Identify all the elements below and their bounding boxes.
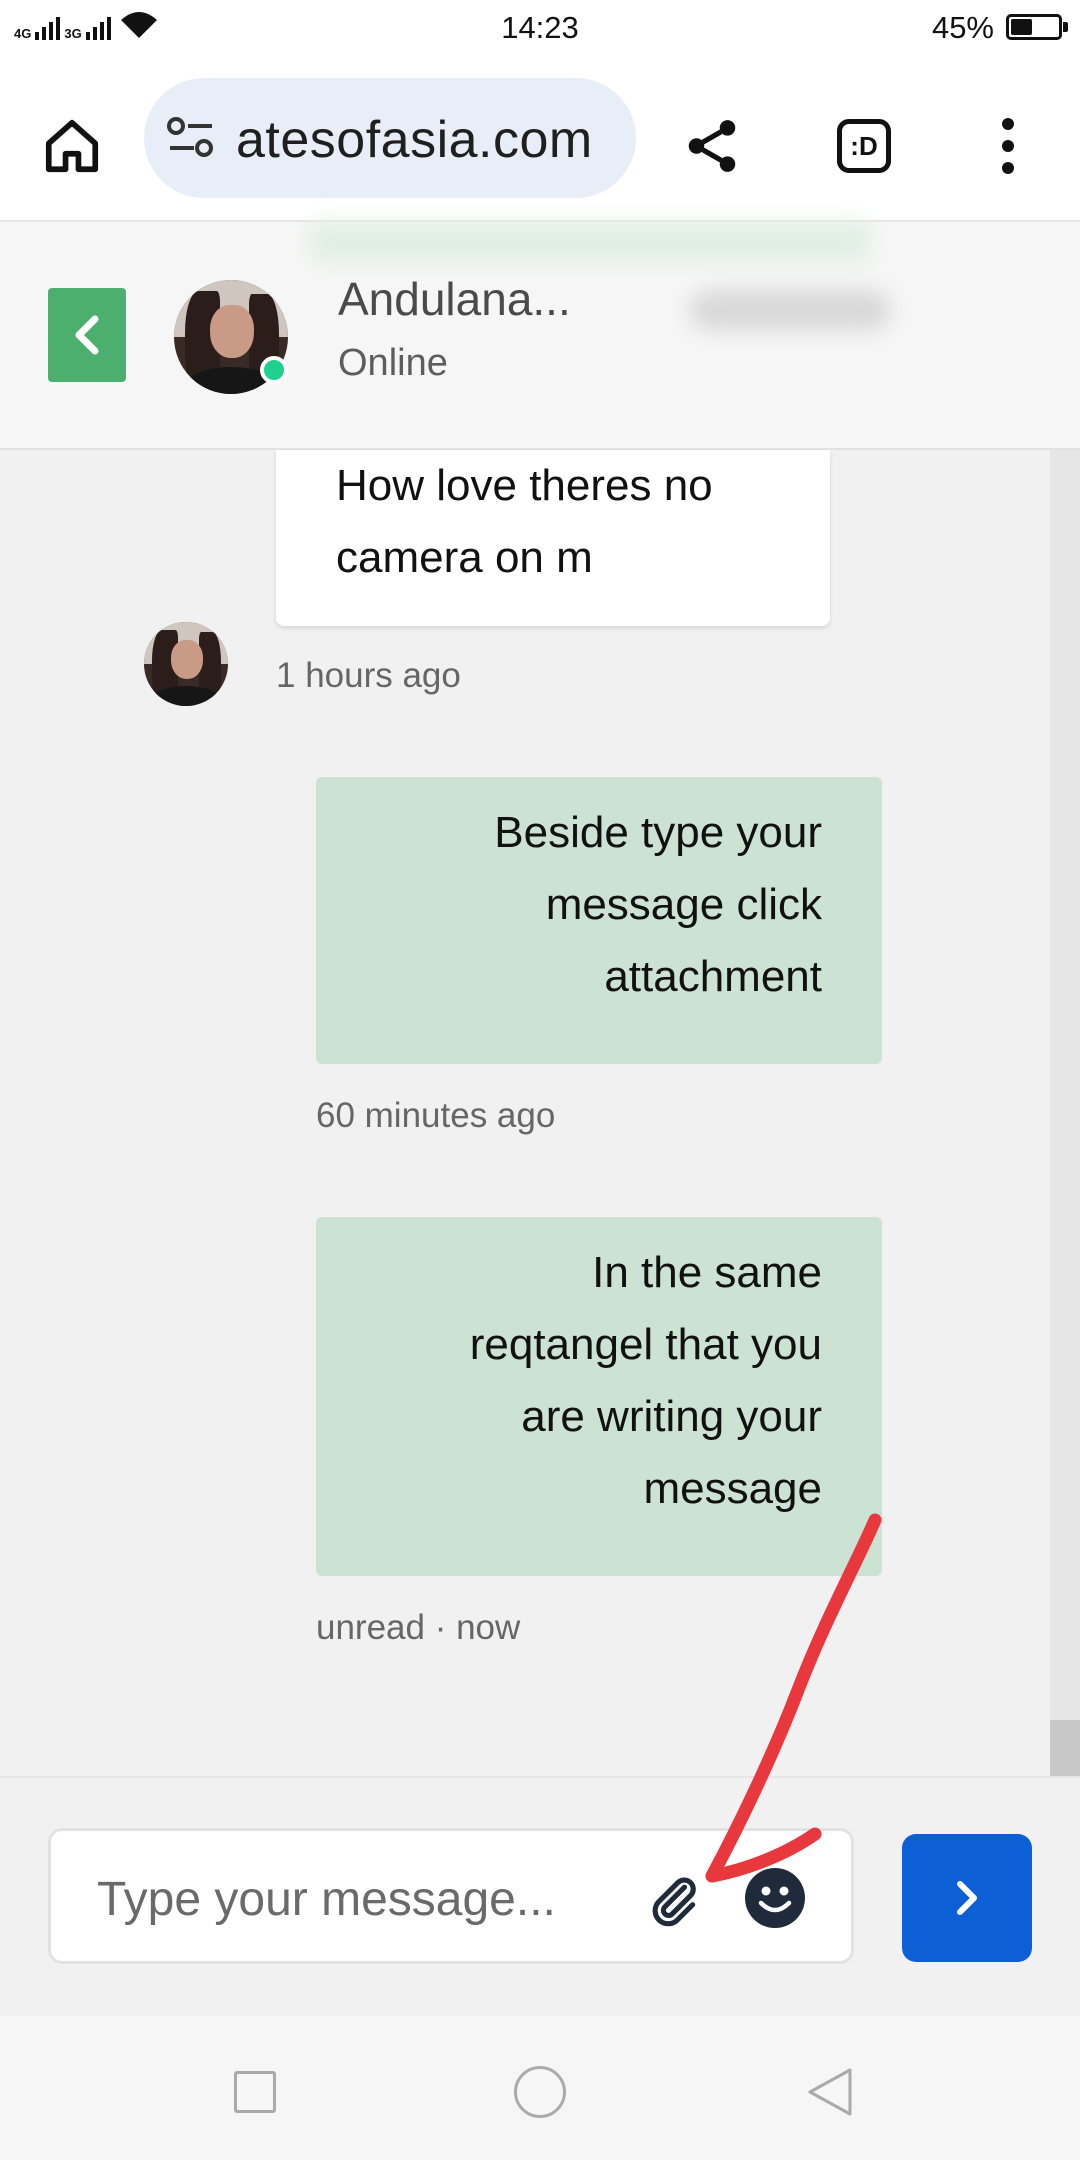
message-input-box[interactable]: [48, 1828, 854, 1964]
tab-count-badge: :D: [850, 130, 878, 161]
status-bar: 4G 3G 14:23 45%: [0, 0, 1080, 56]
recent-apps-button[interactable]: [215, 2052, 295, 2132]
screen: 4G 3G 14:23 45% atesofasia.com:D Andula…: [0, 0, 1080, 2160]
battery-percent: 45%: [931, 10, 994, 45]
share-icon: [688, 120, 736, 172]
menu-button[interactable]: [968, 106, 1048, 186]
paperclip-icon: [652, 1877, 696, 1927]
triangle-back-icon: [808, 2068, 852, 2116]
browser-toolbar: atesofasia.com :D: [0, 56, 1080, 222]
message-line: reqtangel that you: [469, 1320, 822, 1369]
message-bubble-outgoing: In the same reqtangel that you are writi…: [316, 1217, 882, 1576]
battery-level: [1011, 19, 1032, 35]
tab-switcher-button[interactable]: :D: [824, 106, 904, 186]
composer: [0, 1776, 1080, 2016]
message-line: How love theres no: [336, 461, 713, 510]
message-line: camera on m: [336, 533, 593, 582]
attach-button[interactable]: [641, 1867, 707, 1933]
back-nav-button[interactable]: [790, 2052, 870, 2132]
home-icon: [45, 119, 99, 173]
chevron-left-icon: [75, 315, 99, 355]
online-status-dot: [260, 356, 288, 384]
contact-name: Andulana...: [338, 273, 571, 325]
message-line: Beside type your: [494, 808, 822, 857]
tune-icon[interactable]: [166, 116, 216, 165]
share-button[interactable]: [672, 106, 752, 186]
message-line: message: [643, 1464, 822, 1513]
chevron-right-icon: [957, 1881, 977, 1915]
clock: 14:23: [501, 10, 579, 45]
message-input[interactable]: [97, 1861, 637, 1937]
message-bubble-incoming: How love theres no camera on m: [276, 450, 830, 626]
message-line: message click: [545, 880, 822, 929]
blurred-content: [690, 290, 890, 330]
send-button[interactable]: [902, 1834, 1032, 1962]
message-bubble-outgoing: Beside type your message click attachmen…: [316, 777, 882, 1064]
battery-icon: [1006, 14, 1068, 40]
circle-icon: [514, 2066, 566, 2118]
message-status: unread · now: [316, 1608, 521, 1647]
system-nav-bar: [0, 2016, 1080, 2160]
home-nav-button[interactable]: [500, 2052, 580, 2132]
tab-switcher-icon: :D: [837, 119, 891, 173]
home-button[interactable]: [32, 106, 112, 186]
smiley-icon: [745, 1868, 805, 1928]
message-timestamp: 60 minutes ago: [316, 1096, 556, 1135]
square-icon: [234, 2071, 276, 2113]
message-line: In the same: [592, 1248, 822, 1297]
address-bar[interactable]: atesofasia.com: [144, 78, 636, 198]
contact-status: Online: [338, 342, 448, 384]
back-button[interactable]: [48, 288, 126, 382]
url-text: atesofasia.com: [236, 111, 593, 169]
message-line: are writing your: [521, 1392, 822, 1441]
message-timestamp: 1 hours ago: [276, 656, 461, 695]
blurred-content: [310, 222, 870, 262]
avatar[interactable]: [144, 622, 228, 706]
chat-header: Andulana... Online: [0, 222, 1080, 450]
emoji-button[interactable]: [744, 1867, 806, 1929]
scrollbar-thumb[interactable]: [1050, 1720, 1080, 1776]
more-vert-icon: [1002, 118, 1014, 174]
message-line: attachment: [604, 952, 822, 1001]
scrollbar[interactable]: [1050, 450, 1080, 1776]
